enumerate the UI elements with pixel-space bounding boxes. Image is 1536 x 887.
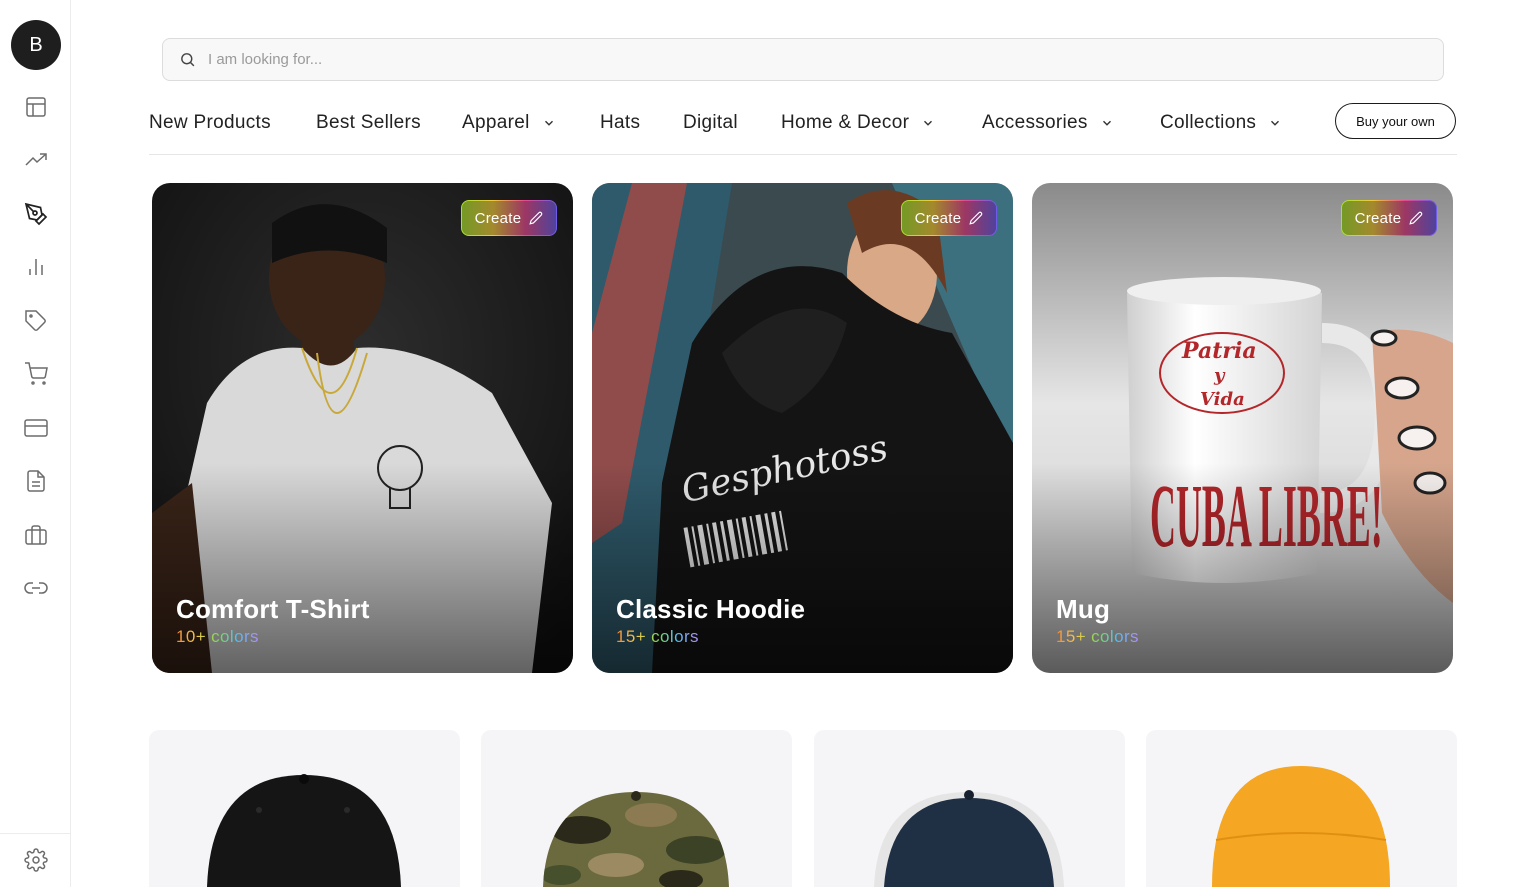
avatar[interactable]: B [11, 20, 61, 70]
svg-text:Vida: Vida [1200, 389, 1245, 410]
search-bar[interactable] [162, 38, 1444, 81]
nav-label: Home & Decor [781, 112, 910, 133]
featured-card-tshirt[interactable]: Create Comfort T-Shirt 10+ colors [152, 183, 573, 673]
settings-icon[interactable] [22, 846, 50, 874]
product-tile-trucker-cap[interactable] [814, 730, 1125, 887]
nav-label: Hats [600, 112, 641, 133]
camo-cap-image [543, 791, 729, 887]
sidebar: B [0, 0, 71, 887]
briefcase-icon[interactable] [22, 521, 50, 549]
nav-label: Apparel [462, 112, 530, 133]
product-tile-black-cap[interactable] [149, 730, 460, 887]
nav-hats[interactable]: Hats [600, 112, 640, 134]
black-cap-image [207, 774, 401, 887]
nav-label: Best Sellers [316, 112, 421, 133]
chevron-down-icon [924, 120, 933, 126]
bar-chart-icon[interactable] [22, 253, 50, 281]
nav-new-products[interactable]: New Products [149, 112, 271, 134]
nav-home-decor[interactable]: Home & Decor [781, 112, 935, 134]
create-button[interactable]: Create [1341, 200, 1437, 236]
nav-collections[interactable]: Collections [1160, 112, 1282, 134]
beanie-image [1212, 766, 1390, 887]
pencil-icon [1409, 211, 1423, 225]
chevron-down-icon [1102, 120, 1111, 126]
featured-card-hoodie[interactable]: Gesphotoss Create Classic Hoodie 15+ col… [592, 183, 1013, 673]
card-title: Classic Hoodie [616, 594, 806, 624]
svg-text:y: y [1213, 365, 1226, 386]
pencil-icon [969, 211, 983, 225]
trucker-cap-image [874, 790, 1064, 887]
search-input[interactable] [208, 51, 1408, 68]
create-label: Create [1354, 209, 1402, 227]
sidebar-divider [0, 833, 70, 834]
nav-label: Digital [683, 112, 738, 133]
pencil-icon [529, 211, 543, 225]
tag-icon[interactable] [22, 307, 50, 335]
buy-your-own-button[interactable]: Buy your own [1335, 103, 1456, 139]
create-button[interactable]: Create [901, 200, 997, 236]
avatar-initial: B [29, 33, 43, 56]
category-nav: New Products Best Sellers Apparel Hats D… [149, 100, 1457, 155]
nav-digital[interactable]: Digital [683, 112, 738, 134]
chevron-down-icon [1271, 120, 1280, 126]
featured-card-mug[interactable]: Patria y Vida CUBA LIBRE! Create Mug 15+… [1032, 183, 1453, 673]
create-button[interactable]: Create [461, 200, 557, 236]
trending-up-icon[interactable] [22, 146, 50, 174]
chevron-down-icon [544, 120, 553, 126]
nav-apparel[interactable]: Apparel [462, 112, 556, 134]
card-subtitle: 10+ colors [176, 627, 259, 646]
nav-label: Collections [1160, 112, 1257, 133]
nav-label: New Products [149, 112, 271, 133]
link-icon[interactable] [22, 574, 50, 602]
nav-label: Accessories [982, 112, 1088, 133]
product-tile-beanie[interactable] [1146, 730, 1457, 887]
create-label: Create [914, 209, 962, 227]
create-label: Create [474, 209, 522, 227]
nav-best-sellers[interactable]: Best Sellers [316, 112, 421, 134]
card-subtitle: 15+ colors [616, 627, 699, 646]
svg-text:Patria: Patria [1181, 338, 1257, 364]
card-subtitle: 15+ colors [1056, 627, 1139, 646]
credit-card-icon[interactable] [22, 414, 50, 442]
layout-icon[interactable] [22, 93, 50, 121]
cart-icon[interactable] [22, 360, 50, 388]
pen-tool-icon[interactable] [22, 200, 50, 228]
card-title: Mug [1056, 594, 1111, 624]
document-icon[interactable] [22, 467, 50, 495]
search-icon [181, 53, 195, 67]
card-title: Comfort T-Shirt [176, 594, 370, 624]
product-tile-camo-cap[interactable] [481, 730, 792, 887]
nav-accessories[interactable]: Accessories [982, 112, 1114, 134]
